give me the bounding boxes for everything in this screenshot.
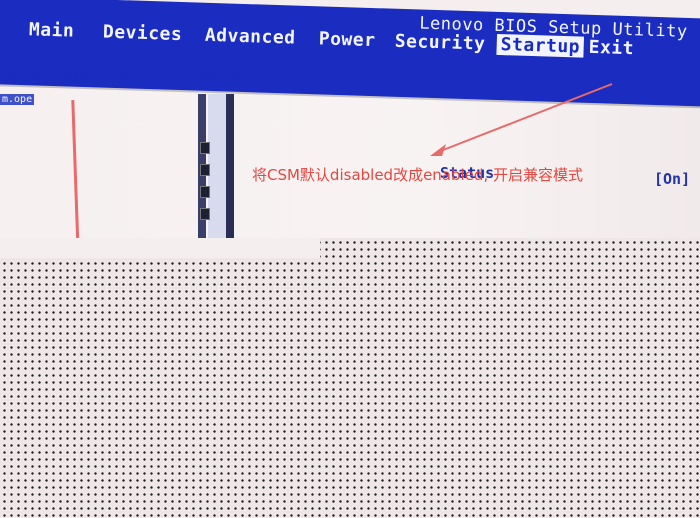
bios-screenshot: Status [On] m.ope Main Devices Advanced … [0,0,700,518]
primary-boot-sequence[interactable]: ▶ Primary Boot Sequence [14,66,261,86]
menu-main[interactable]: Main [29,19,75,41]
triangle-right-icon: ▶ [14,66,25,86]
menu-devices[interactable]: Devices [103,22,183,45]
annotation-text: 将CSM默认disabled改成enabled, 开启兼容模式 [252,166,583,184]
scrollbar-tick [200,186,210,198]
left-fragment-text: m.ope [0,94,35,105]
dotted-area-top-fade [0,238,320,258]
menu-power[interactable]: Power [318,28,375,51]
scrollbar-gap [208,94,226,254]
menu-exit[interactable]: Exit [588,37,634,59]
dotted-pattern-area [0,238,700,518]
scrollbar-tick [200,208,210,220]
status-value[interactable]: [On] [654,170,690,188]
menu-advanced[interactable]: Advanced [205,25,296,49]
scrollbar-tick [200,142,210,154]
scrollbar-edge [226,94,234,254]
scrollbar-tick [200,164,210,176]
submenu-label: Primary Boot Sequence [35,66,261,86]
